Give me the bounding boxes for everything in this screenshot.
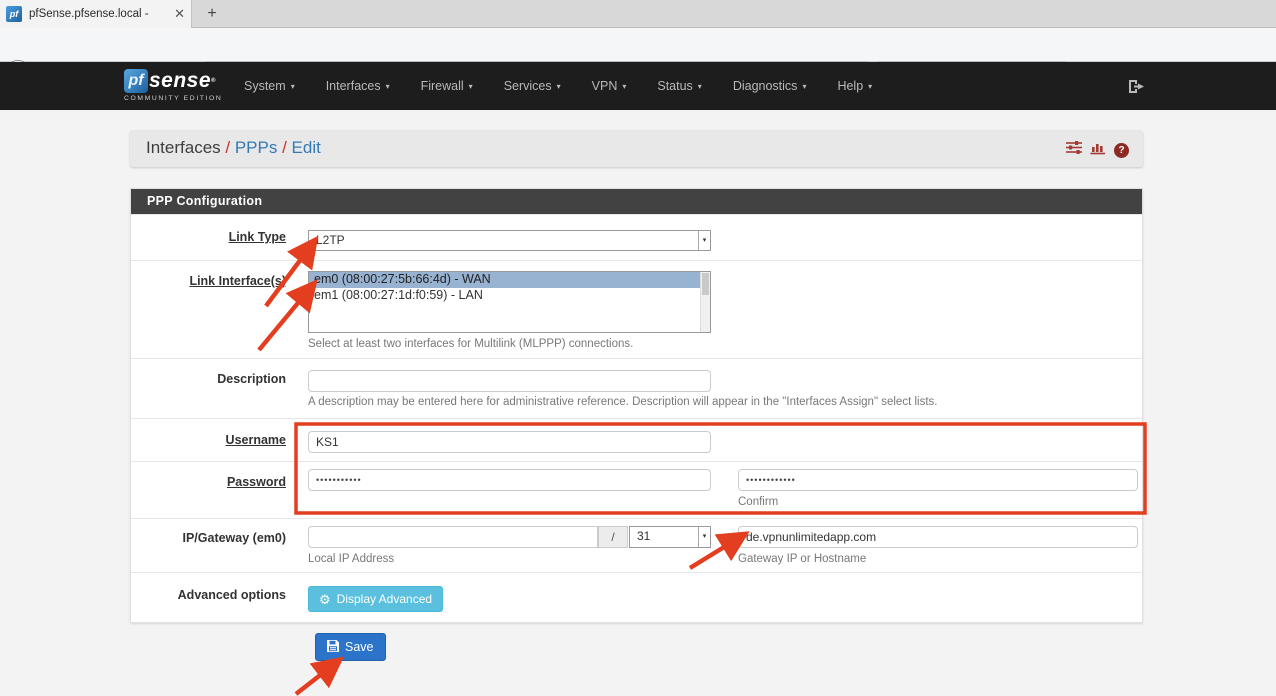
list-item-em1-lan[interactable]: em1 (08:00:27:1d:f0:59) - LAN — [309, 288, 710, 304]
nav-item-status[interactable]: Status▾ — [657, 79, 701, 93]
annotation-arrow-save — [296, 662, 337, 694]
status-chart-icon[interactable] — [1090, 140, 1106, 160]
logout-icon[interactable] — [1128, 79, 1145, 99]
breadcrumb-interfaces: Interfaces — [146, 138, 221, 157]
link-interfaces-listbox[interactable]: em0 (08:00:27:5b:66:4d) - WAN em1 (08:00… — [308, 271, 711, 333]
row-username: Username — [131, 418, 1142, 461]
pfsense-logo-edition: COMMUNITY EDITION — [124, 95, 222, 102]
listbox-scrollbar[interactable] — [700, 272, 710, 332]
save-button-label: Save — [345, 640, 374, 654]
chevron-down-icon: ▾ — [802, 82, 806, 91]
save-icon — [327, 640, 339, 655]
display-advanced-button[interactable]: ⚙ Display Advanced — [308, 586, 443, 612]
link-interfaces-label[interactable]: Link Interface(s) — [147, 274, 286, 288]
chevron-down-icon: ▾ — [386, 82, 390, 91]
pfsense-favicon: pf — [6, 6, 22, 22]
gateway-input[interactable] — [738, 526, 1138, 548]
pfsense-logo[interactable]: pf sense® COMMUNITY EDITION — [124, 69, 222, 102]
chevron-down-icon: ▾ — [868, 82, 872, 91]
pfsense-logo-sense: sense® — [149, 69, 216, 93]
nav-item-interfaces[interactable]: Interfaces▾ — [326, 79, 390, 93]
link-type-value: L2TP — [316, 233, 345, 247]
display-advanced-label: Display Advanced — [337, 592, 432, 606]
row-link-interfaces: Link Interface(s) em0 (08:00:27:5b:66:4d… — [131, 260, 1142, 358]
username-label[interactable]: Username — [147, 433, 286, 447]
row-ip-gateway: IP/Gateway (em0) / 31 ▾ Local IP Address… — [131, 518, 1142, 572]
breadcrumb-bar: Interfaces / PPPs / Edit ? — [130, 130, 1143, 167]
nav-item-firewall[interactable]: Firewall▾ — [421, 79, 473, 93]
breadcrumb-edit-link[interactable]: Edit — [292, 138, 321, 157]
pfsense-browser-window: pf pfSense.pfsense.local - ✕ + ← → ↻ ⌂ i… — [0, 0, 1276, 696]
save-button[interactable]: Save — [315, 633, 386, 661]
subnet-select[interactable]: 31 ▾ — [629, 526, 711, 548]
pfsense-navbar: pf sense® COMMUNITY EDITION System▾ Inte… — [0, 62, 1276, 110]
row-advanced-options: Advanced options ⚙ Display Advanced — [131, 572, 1142, 622]
confirm-label: Confirm — [738, 496, 778, 508]
row-password: Password Confirm — [131, 461, 1142, 518]
browser-tab-bar: pf pfSense.pfsense.local - ✕ + — [0, 0, 1276, 28]
nav-item-services[interactable]: Services▾ — [504, 79, 561, 93]
row-link-type: Link Type L2TP ▾ — [131, 214, 1142, 260]
password-label[interactable]: Password — [147, 475, 286, 489]
sliders-icon[interactable] — [1066, 140, 1082, 160]
link-type-select[interactable]: L2TP ▾ — [308, 230, 711, 251]
breadcrumb-ppps-link[interactable]: PPPs — [235, 138, 278, 157]
link-interfaces-help: Select at least two interfaces for Multi… — [308, 338, 633, 350]
tab-title: pfSense.pfsense.local - — [29, 8, 170, 20]
chevron-down-icon: ▾ — [622, 82, 626, 91]
chevron-down-icon: ▾ — [698, 82, 702, 91]
gear-icon: ⚙ — [319, 593, 331, 606]
list-item-em0-wan[interactable]: em0 (08:00:27:5b:66:4d) - WAN — [309, 272, 710, 288]
help-icon[interactable]: ? — [1114, 143, 1129, 158]
chevron-down-icon: ▾ — [698, 527, 710, 547]
new-tab-button[interactable]: + — [200, 2, 224, 26]
nav-item-help[interactable]: Help▾ — [837, 79, 872, 93]
gateway-help: Gateway IP or Hostname — [738, 553, 866, 565]
description-help: A description may be entered here for ad… — [308, 396, 937, 408]
username-input[interactable] — [308, 431, 711, 453]
nav-item-vpn[interactable]: VPN▾ — [592, 79, 627, 93]
chevron-down-icon: ▾ — [291, 82, 295, 91]
nav-item-diagnostics[interactable]: Diagnostics▾ — [733, 79, 807, 93]
password-input[interactable] — [308, 469, 711, 491]
nav-item-system[interactable]: System▾ — [244, 79, 295, 93]
description-input[interactable] — [308, 370, 711, 392]
panel-title: PPP Configuration — [131, 189, 1142, 214]
link-type-label[interactable]: Link Type — [147, 230, 286, 244]
slash-addon: / — [598, 526, 628, 548]
ip-gateway-label: IP/Gateway (em0) — [147, 531, 286, 545]
chevron-down-icon: ▾ — [557, 82, 561, 91]
description-label: Description — [147, 372, 286, 386]
close-tab-icon[interactable]: ✕ — [174, 6, 185, 22]
advanced-options-label: Advanced options — [147, 588, 286, 602]
pfsense-logo-pf: pf — [124, 69, 148, 93]
local-ip-input[interactable] — [308, 526, 598, 548]
chevron-down-icon: ▾ — [469, 82, 473, 91]
local-ip-help: Local IP Address — [308, 553, 394, 565]
browser-tab[interactable]: pf pfSense.pfsense.local - ✕ — [0, 0, 192, 28]
browser-toolbar: ← → ↻ ⌂ i 10.0.2.1/interfaces_ppps_edit.… — [0, 28, 1276, 62]
main-menu: System▾ Interfaces▾ Firewall▾ Services▾ … — [244, 62, 872, 110]
password-confirm-input[interactable] — [738, 469, 1138, 491]
breadcrumb: Interfaces / PPPs / Edit — [146, 138, 321, 158]
chevron-down-icon: ▾ — [698, 231, 710, 250]
row-description: Description A description may be entered… — [131, 358, 1142, 418]
ppp-configuration-panel: PPP Configuration Link Type L2TP ▾ Link … — [130, 188, 1143, 623]
subnet-value: 31 — [637, 529, 650, 543]
